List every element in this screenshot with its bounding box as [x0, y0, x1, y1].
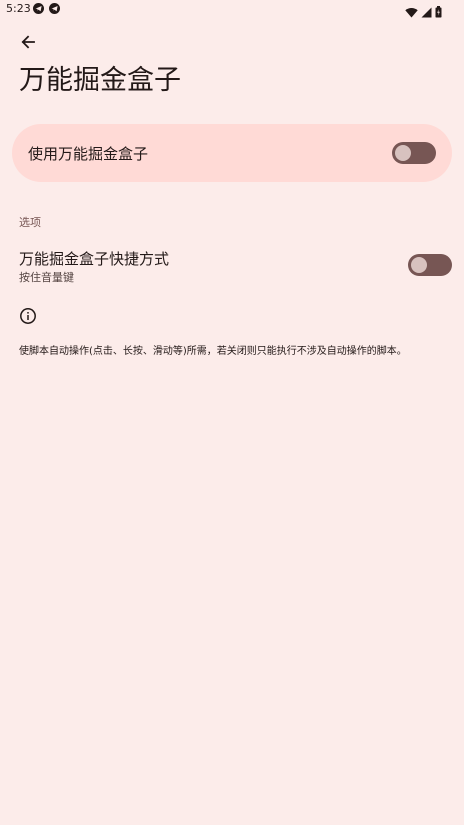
option-row-shortcut[interactable]: 万能掘金盒子快捷方式 按住音量键: [0, 240, 464, 290]
main-toggle-card[interactable]: 使用万能掘金盒子: [12, 124, 452, 182]
switch-thumb: [411, 257, 427, 273]
telegram-icon: [33, 3, 44, 14]
main-toggle-label: 使用万能掘金盒子: [28, 145, 149, 163]
telegram-icon: [49, 3, 60, 14]
status-icons: [405, 3, 442, 22]
main-toggle-switch[interactable]: [392, 142, 436, 164]
signal-icon: [421, 3, 432, 22]
back-button[interactable]: [16, 32, 40, 56]
battery-icon: [435, 3, 442, 22]
option-subtitle: 按住音量键: [19, 271, 74, 284]
shortcut-toggle-switch[interactable]: [408, 254, 452, 276]
section-header-options: 选项: [19, 216, 41, 229]
info-icon: [19, 307, 37, 325]
status-time: 5:23: [6, 2, 31, 15]
info-description: 使脚本自动操作(点击、长按、滑动等)所需，若关闭则只能执行不涉及自动操作的脚本。: [19, 346, 407, 357]
status-bar: 5:23: [0, 0, 464, 20]
option-title: 万能掘金盒子快捷方式: [19, 250, 170, 268]
wifi-icon: [405, 3, 418, 22]
arrow-back-icon: [20, 34, 36, 54]
switch-thumb: [395, 145, 411, 161]
page-title: 万能掘金盒子: [19, 65, 181, 96]
